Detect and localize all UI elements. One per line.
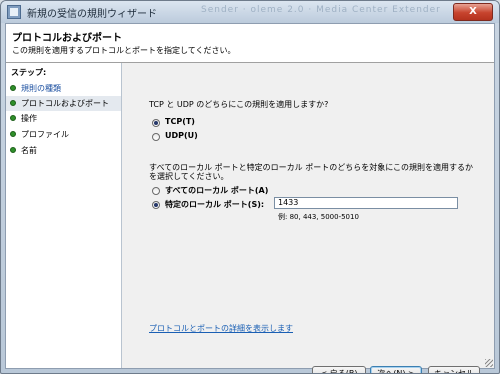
step-protocol-and-ports[interactable]: プロトコルおよびポート — [6, 96, 121, 111]
title-bar[interactable]: 新規の受信の規則ウィザード Sender · oleme 2.0 · Media… — [1, 1, 499, 23]
step-rule-type[interactable]: 規則の種類 — [6, 81, 121, 96]
main-panel: TCP と UDP のどちらにこの規則を適用しますか? TCP(T) UDP(U… — [122, 63, 494, 373]
step-status-dot-icon — [10, 100, 16, 106]
steps-panel: ステップ: 規則の種類 プロトコルおよびポート 操作 プロファイル 名前 — [6, 63, 122, 368]
udp-radio[interactable] — [152, 133, 160, 141]
step-name[interactable]: 名前 — [6, 143, 121, 158]
specific-ports-input[interactable]: 1433 — [274, 197, 458, 209]
window-app-icon — [7, 5, 21, 19]
cancel-button[interactable]: キャンセル — [428, 366, 480, 373]
specific-ports-radio[interactable] — [152, 201, 160, 209]
udp-label[interactable]: UDP(U) — [165, 131, 198, 140]
step-status-dot-icon — [10, 147, 16, 153]
page-header: プロトコルおよびポート この規則を適用するプロトコルとポートを指定してください。 — [6, 24, 494, 63]
all-ports-radio[interactable] — [152, 187, 160, 195]
tcp-radio[interactable] — [152, 119, 160, 127]
step-label: プロファイル — [21, 130, 69, 139]
all-ports-label[interactable]: すべてのローカル ポート(A) — [165, 185, 268, 196]
ports-example-hint: 例: 80, 443, 5000-5010 — [278, 213, 359, 221]
step-status-dot-icon — [10, 131, 16, 137]
step-status-dot-icon — [10, 85, 16, 91]
wizard-window: 新規の受信の規則ウィザード Sender · oleme 2.0 · Media… — [0, 0, 500, 374]
protocol-port-help-link[interactable]: プロトコルとポートの詳細を表示します — [149, 323, 293, 334]
specific-ports-label[interactable]: 特定のローカル ポート(S): — [165, 199, 264, 210]
step-profile[interactable]: プロファイル — [6, 127, 121, 142]
step-action[interactable]: 操作 — [6, 111, 121, 126]
step-label: 操作 — [21, 114, 37, 123]
next-button[interactable]: 次へ(N) > — [370, 366, 422, 373]
page-description: この規則を適用するプロトコルとポートを指定してください。 — [12, 46, 236, 55]
back-button[interactable]: < 戻る(B) — [312, 366, 366, 373]
steps-heading: ステップ: — [11, 68, 47, 77]
close-button[interactable]: X — [453, 3, 493, 21]
step-label: 名前 — [21, 146, 37, 155]
step-status-dot-icon — [10, 115, 16, 121]
resize-grip-icon[interactable] — [485, 359, 493, 367]
tcp-label[interactable]: TCP(T) — [165, 117, 195, 126]
ports-question: すべてのローカル ポートと特定のローカル ポートのどちらを対象にこの規則を適用す… — [149, 163, 474, 181]
wizard-client-area: プロトコルおよびポート この規則を適用するプロトコルとポートを指定してください。… — [5, 23, 495, 373]
window-title: 新規の受信の規則ウィザード — [27, 9, 157, 20]
background-window-text: Sender · oleme 2.0 · Media Center Extend… — [201, 5, 441, 15]
step-label: 規則の種類 — [21, 84, 61, 93]
step-label: プロトコルおよびポート — [21, 99, 109, 108]
protocol-question: TCP と UDP のどちらにこの規則を適用しますか? — [149, 100, 329, 109]
page-title: プロトコルおよびポート — [12, 33, 122, 44]
